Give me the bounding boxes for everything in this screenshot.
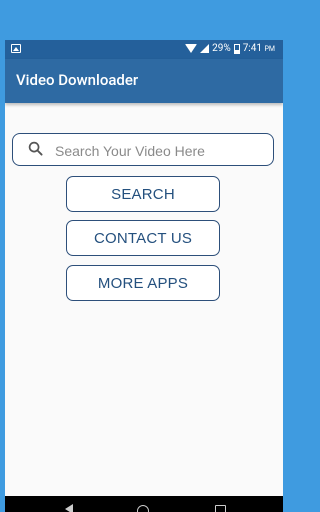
- search-input[interactable]: [53, 134, 267, 167]
- back-icon[interactable]: [65, 504, 73, 512]
- app-title: Video Downloader: [16, 71, 139, 89]
- recent-apps-icon[interactable]: [215, 505, 226, 512]
- app-screen: 29% 7:41 PM Video Downloader SEARCH CONT…: [5, 40, 283, 512]
- battery-icon: [233, 43, 240, 54]
- image-notification-icon: [11, 44, 21, 53]
- search-icon: [28, 141, 43, 156]
- search-button[interactable]: SEARCH: [66, 176, 220, 212]
- app-bar: Video Downloader: [5, 59, 283, 103]
- wifi-icon: [185, 44, 198, 53]
- time: 7:41: [242, 43, 262, 54]
- signal-icon: [200, 44, 210, 53]
- clock: 7:41 PM: [243, 43, 275, 54]
- contact-us-button[interactable]: CONTACT US: [66, 220, 220, 256]
- home-icon[interactable]: [137, 505, 149, 512]
- status-bar: 29% 7:41 PM: [5, 40, 283, 59]
- ampm: PM: [264, 45, 275, 53]
- more-apps-button[interactable]: MORE APPS: [66, 265, 220, 301]
- search-box[interactable]: [12, 133, 274, 167]
- status-indicators: 29% 7:41 PM: [185, 43, 275, 54]
- navigation-bar: [5, 496, 283, 512]
- battery-percent: 29%: [212, 43, 231, 54]
